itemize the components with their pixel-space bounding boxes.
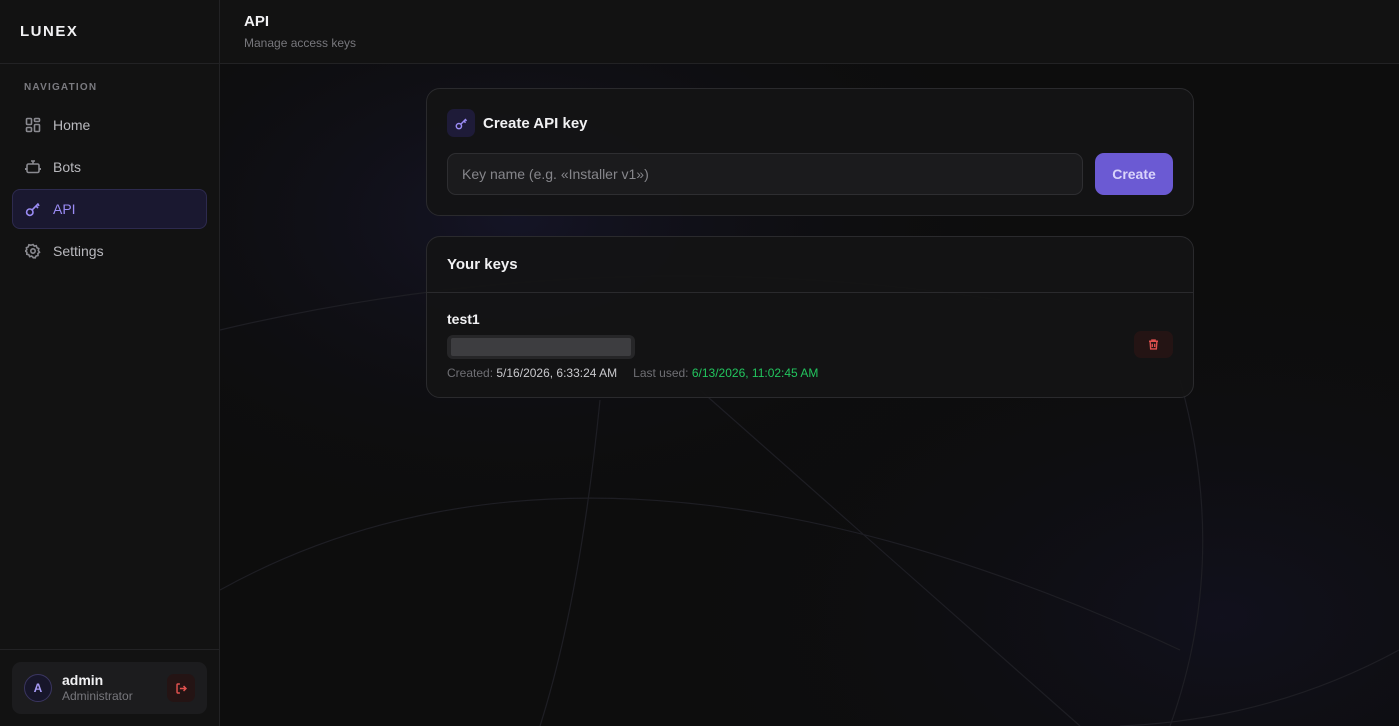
gear-icon	[25, 243, 41, 259]
sidebar-item-home[interactable]: Home	[12, 105, 207, 145]
content: Create API key Create Your keys test1	[220, 64, 1399, 398]
dashboard-icon	[25, 117, 41, 133]
masked-key-bar	[451, 338, 631, 356]
delete-key-button[interactable]	[1134, 331, 1173, 358]
page-title: API	[244, 13, 270, 30]
create-api-key-card: Create API key Create	[426, 88, 1194, 216]
sidebar-nav: Home Bots API Settings	[0, 93, 219, 271]
bot-icon	[25, 160, 41, 174]
masked-key-value[interactable]	[447, 335, 635, 359]
sidebar: LUNEX NAVIGATION Home Bots API Settings …	[0, 0, 220, 726]
key-name-input[interactable]	[447, 153, 1083, 195]
sidebar-item-label: Bots	[53, 159, 82, 175]
sidebar-item-label: Settings	[53, 243, 104, 259]
brand-logo: LUNEX	[0, 0, 219, 64]
logout-button[interactable]	[167, 674, 195, 702]
create-card-title: Create API key	[483, 114, 588, 132]
created-label: Created:	[447, 366, 494, 380]
sidebar-item-api[interactable]: API	[12, 189, 207, 229]
sidebar-item-label: API	[53, 201, 76, 217]
created-value: 5/16/2026, 6:33:24 AM	[496, 366, 618, 380]
key-badge	[447, 109, 475, 137]
sidebar-item-bots[interactable]: Bots	[12, 147, 207, 187]
create-card-header: Create API key	[447, 109, 1173, 137]
last-used-value: 6/13/2026, 11:02:45 AM	[691, 366, 819, 380]
page-header: API Manage access keys	[220, 0, 1399, 64]
last-used-label: Last used:	[633, 366, 689, 380]
list-item: test1 Created: 5/16/2026, 6:33:24 AM Las…	[427, 293, 1193, 397]
app-root: LUNEX NAVIGATION Home Bots API Settings …	[0, 0, 1399, 726]
key-icon	[455, 118, 467, 129]
last-used-info: Last used: 6/13/2026, 11:02:45 AM	[633, 366, 818, 380]
user-name: admin	[62, 672, 104, 688]
trash-icon	[1149, 339, 1158, 350]
sidebar-item-label: Home	[53, 117, 91, 133]
page-subtitle: Manage access keys	[244, 36, 357, 50]
create-button[interactable]: Create	[1095, 153, 1173, 195]
key-icon	[25, 202, 40, 217]
main-area: API Manage access keys Create API key Cr	[220, 0, 1399, 726]
logout-icon	[175, 682, 187, 694]
user-panel: A admin Administrator	[0, 649, 219, 726]
your-keys-card: Your keys test1 Created: 5/16/2026, 6:33…	[426, 236, 1194, 398]
keys-card-title: Your keys	[427, 237, 1193, 293]
key-meta: Created: 5/16/2026, 6:33:24 AM Last used…	[447, 366, 1173, 380]
user-role: Administrator	[62, 689, 133, 703]
created-info: Created: 5/16/2026, 6:33:24 AM	[447, 366, 617, 380]
create-row: Create	[447, 153, 1173, 195]
user-info: admin Administrator	[62, 672, 157, 704]
key-name: test1	[447, 311, 480, 327]
user-card: A admin Administrator	[12, 662, 207, 714]
nav-section-label: NAVIGATION	[24, 82, 98, 93]
avatar: A	[24, 674, 52, 702]
sidebar-item-settings[interactable]: Settings	[12, 231, 207, 271]
